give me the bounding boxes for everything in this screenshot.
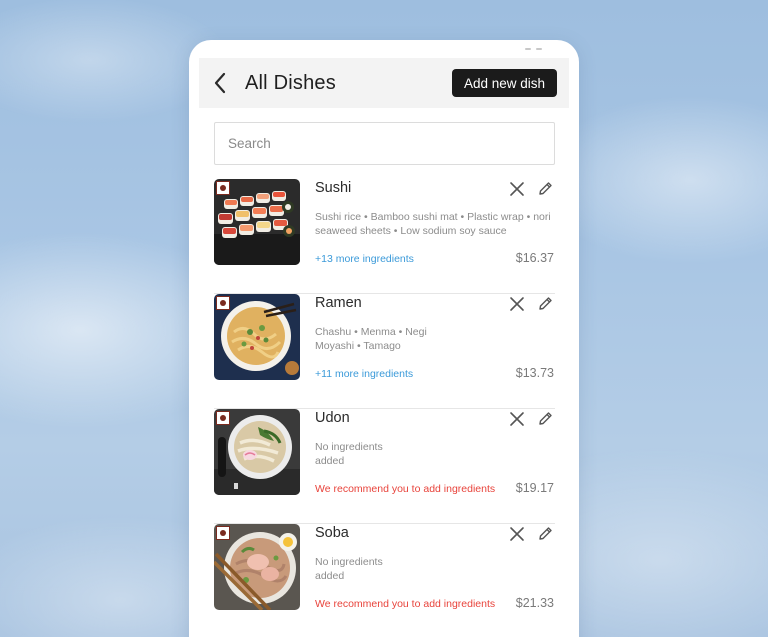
dish-name: Sushi xyxy=(315,180,352,196)
add-ingredients-warning: We recommend you to add ingredients xyxy=(315,483,496,495)
dish-image-udon xyxy=(214,409,300,495)
dish-item-udon[interactable]: Udon No ingredients added We recommend y… xyxy=(214,409,555,524)
dish-name: Udon xyxy=(315,410,350,426)
dish-name: Soba xyxy=(315,525,349,541)
dish-price: $16.37 xyxy=(515,251,554,265)
dish-item-sushi[interactable]: Sushi Sushi rice • Bamboo sushi mat • Pl… xyxy=(214,179,555,294)
more-ingredients-link[interactable]: +11 more ingredients xyxy=(315,368,413,380)
dish-name: Ramen xyxy=(315,295,362,311)
dish-image-sushi xyxy=(214,179,300,265)
status-indicator xyxy=(525,48,547,51)
app-window: All Dishes Add new dish Search Sushi Sus… xyxy=(189,40,579,637)
dish-ingredients: No ingredients added xyxy=(315,556,383,582)
dish-list: Sushi Sushi rice • Bamboo sushi mat • Pl… xyxy=(214,179,555,637)
category-badge-icon xyxy=(216,296,230,310)
search-input[interactable] xyxy=(214,122,555,165)
page-title: All Dishes xyxy=(245,71,336,94)
close-icon[interactable] xyxy=(507,524,526,543)
dish-actions xyxy=(507,524,555,543)
category-badge-icon xyxy=(216,526,230,540)
close-icon[interactable] xyxy=(507,179,526,198)
dish-image-soba xyxy=(214,524,300,610)
category-badge-icon xyxy=(216,411,230,425)
dish-item-ramen[interactable]: Ramen Chashu • Menma • Negi Moyashi • Ta… xyxy=(214,294,555,409)
dish-image-ramen xyxy=(214,294,300,380)
more-ingredients-link[interactable]: +13 more ingredients xyxy=(315,253,414,265)
pencil-icon[interactable] xyxy=(536,294,555,313)
dish-ingredients: Sushi rice • Bamboo sushi mat • Plastic … xyxy=(315,211,551,237)
dish-ingredients: No ingredients added xyxy=(315,441,383,467)
pencil-icon[interactable] xyxy=(536,179,555,198)
category-badge-icon xyxy=(216,181,230,195)
dish-price: $13.73 xyxy=(515,366,554,380)
add-ingredients-warning: We recommend you to add ingredients xyxy=(315,598,496,610)
dish-price: $21.33 xyxy=(515,596,554,610)
dish-actions xyxy=(507,179,555,198)
pencil-icon[interactable] xyxy=(536,409,555,428)
dish-ingredients: Chashu • Menma • Negi Moyashi • Tamago xyxy=(315,326,427,352)
back-icon[interactable] xyxy=(205,68,235,98)
close-icon[interactable] xyxy=(507,294,526,313)
dish-item-soba[interactable]: Soba No ingredients added We recommend y… xyxy=(214,524,555,637)
dish-price: $19.17 xyxy=(515,481,554,495)
close-icon[interactable] xyxy=(507,409,526,428)
add-new-dish-button[interactable]: Add new dish xyxy=(451,69,557,97)
dish-actions xyxy=(507,409,555,428)
header-bar: All Dishes Add new dish xyxy=(199,58,569,108)
dish-actions xyxy=(507,294,555,313)
pencil-icon[interactable] xyxy=(536,524,555,543)
